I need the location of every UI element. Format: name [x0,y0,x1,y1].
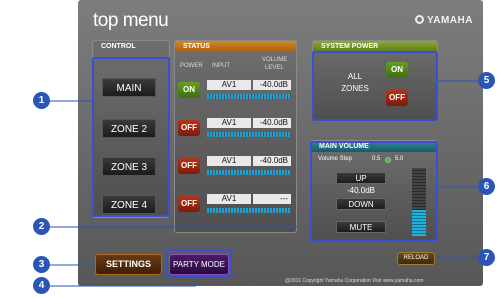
callout-4: 4 [33,277,50,294]
stage: top menu YAMAHA CONTROL MAIN ZONE 2 ZONE… [0,0,500,298]
callout-5: 5 [478,72,495,89]
callout-lines [50,80,478,287]
callout-1: 1 [33,92,50,109]
callout-6: 6 [478,178,495,195]
callout-2: 2 [33,218,50,235]
callout-3: 3 [33,256,50,273]
callout-7: 7 [478,249,495,266]
